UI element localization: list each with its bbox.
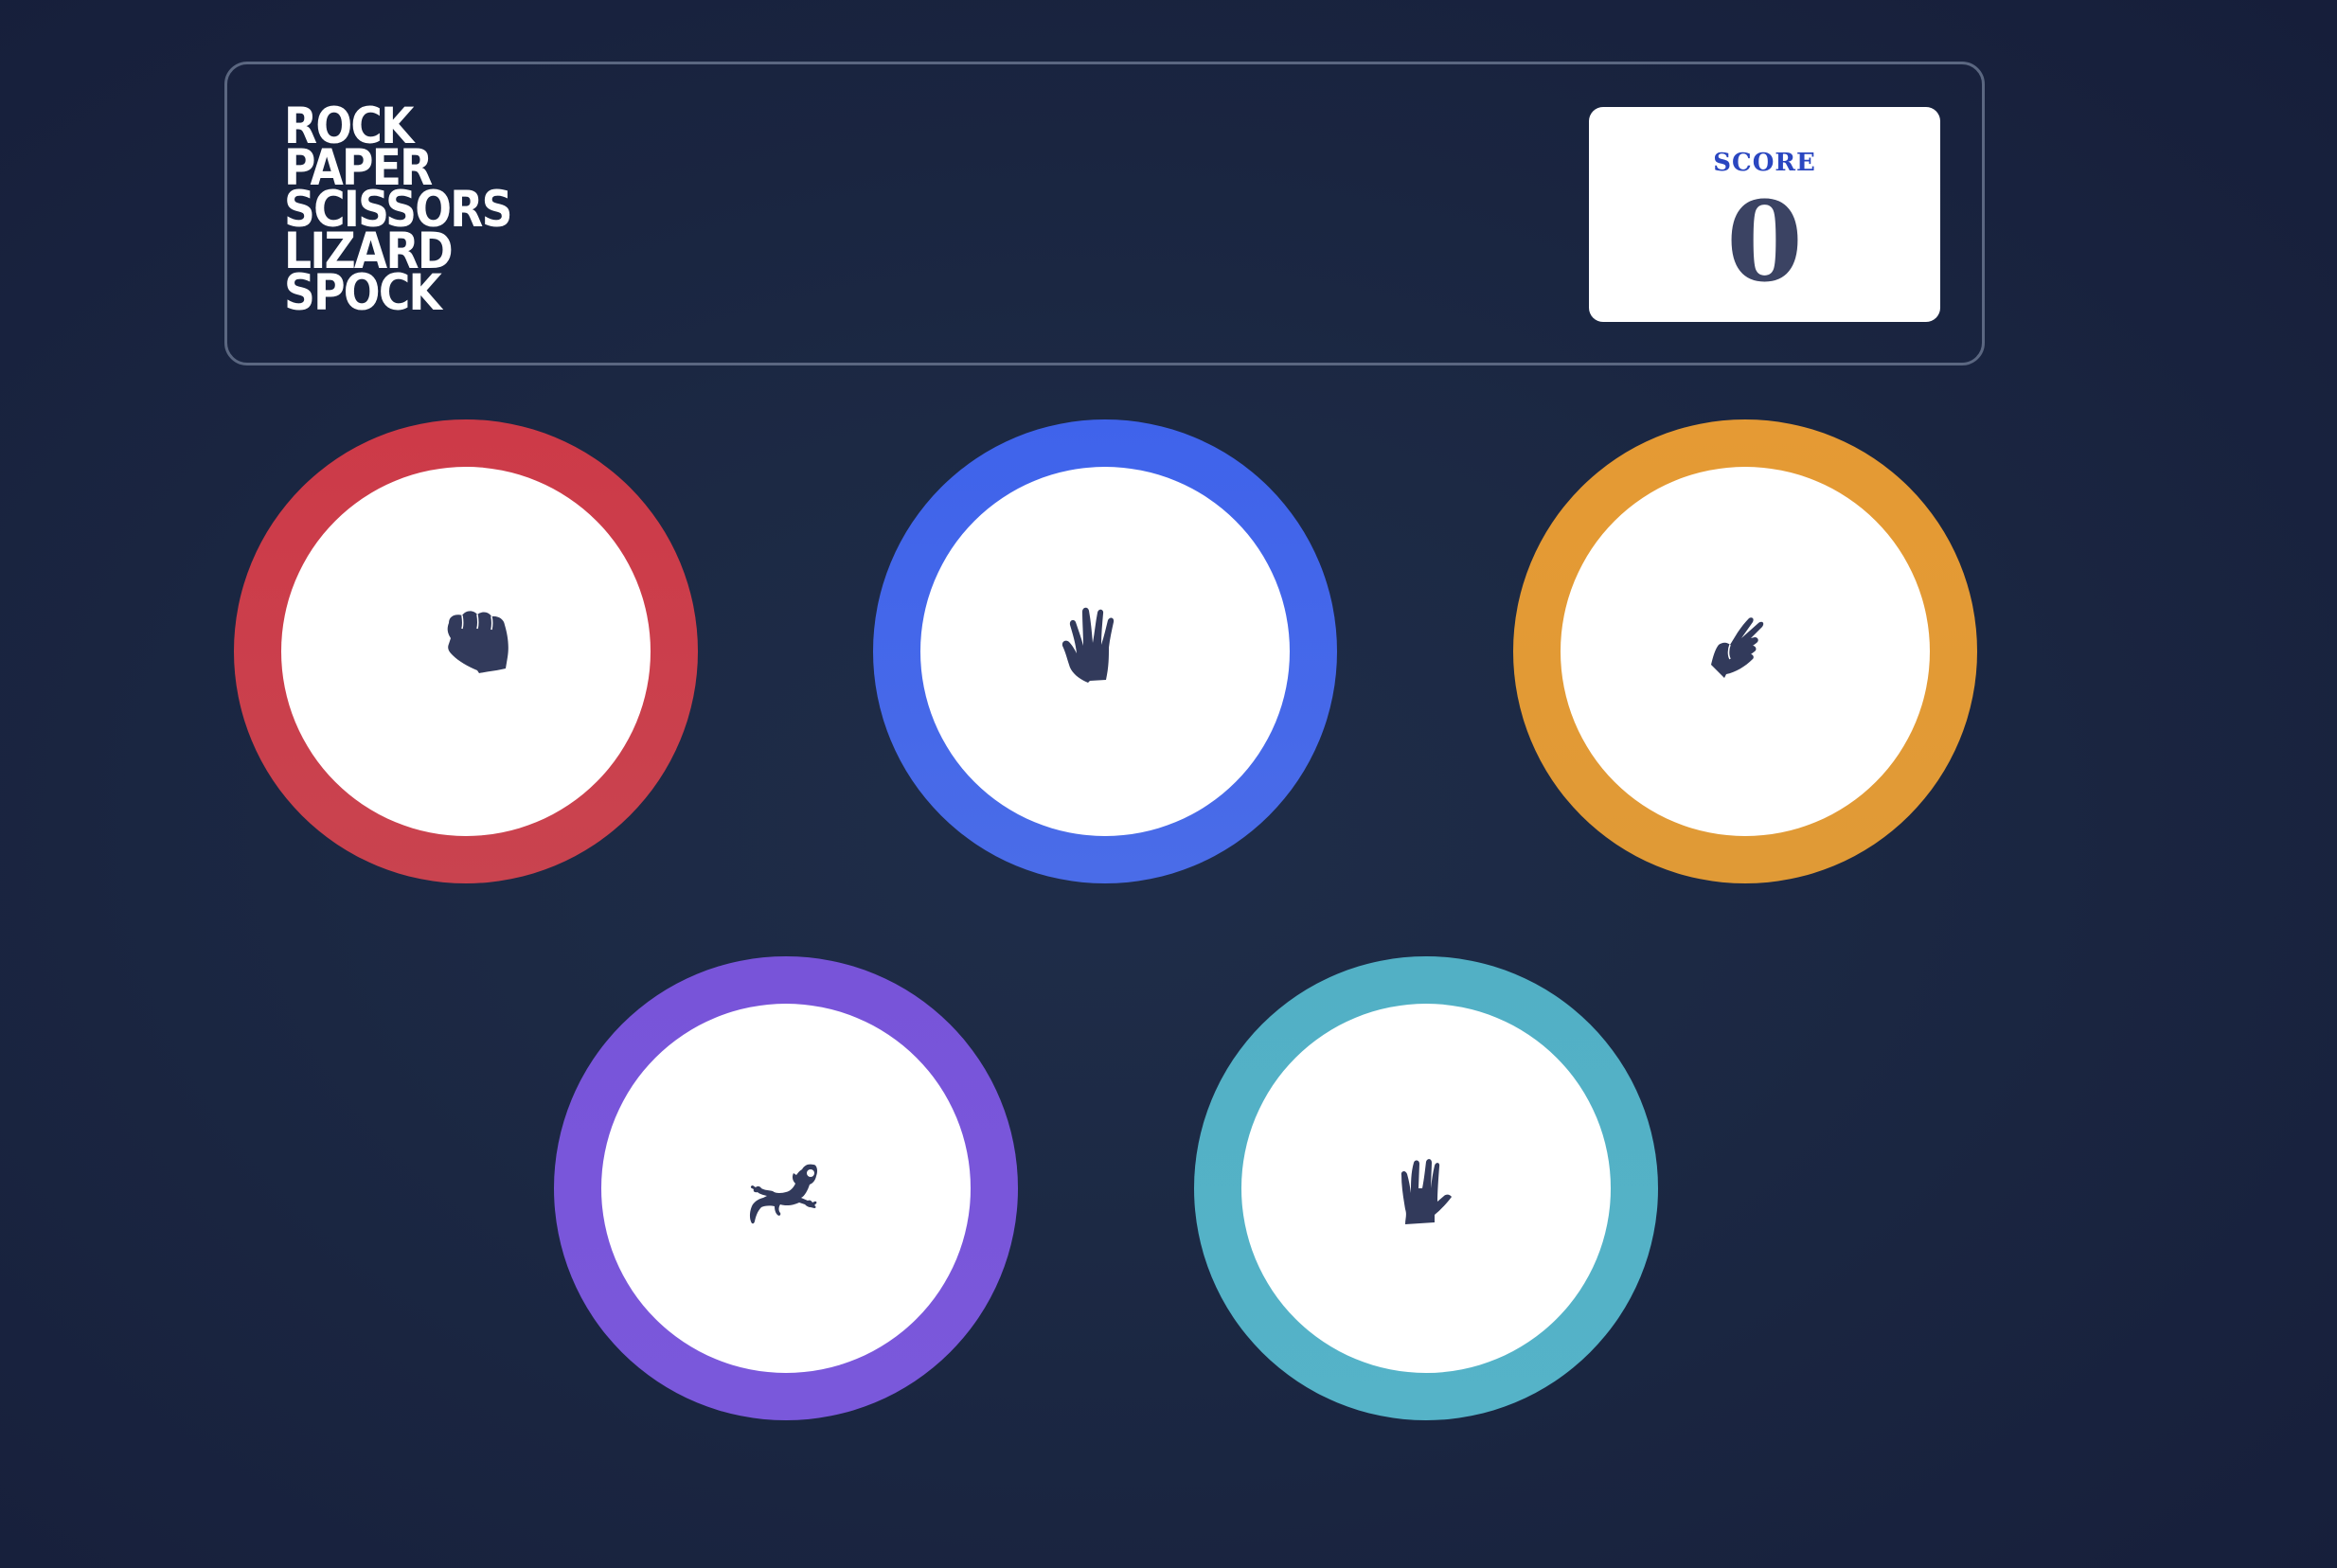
score-label: SCORE — [1713, 149, 1816, 177]
spock-token-face — [1241, 1004, 1611, 1373]
paper-hand-icon — [1061, 607, 1115, 683]
scissors-hand-icon — [1711, 617, 1764, 678]
scissors-token-face — [1561, 467, 1930, 836]
lizard-button[interactable] — [554, 956, 1018, 1420]
score-value: 0 — [1726, 178, 1803, 307]
game-logo: ROCK PAPER SCISSORS LIZARD SPOCK — [284, 101, 548, 322]
scissors-button[interactable] — [1513, 419, 1977, 883]
spock-hand-icon — [1400, 1159, 1452, 1224]
paper-token-face — [920, 467, 1290, 836]
rock-button[interactable] — [234, 419, 698, 883]
rock-token-face — [281, 467, 651, 836]
lizard-icon — [749, 1164, 817, 1224]
rock-fist-icon — [447, 611, 508, 673]
logo-line-spock: SPOCK — [284, 264, 442, 322]
score-box: SCORE 0 — [1589, 107, 1940, 322]
spock-button[interactable] — [1194, 956, 1658, 1420]
paper-button[interactable] — [873, 419, 1337, 883]
lizard-token-face — [601, 1004, 971, 1373]
